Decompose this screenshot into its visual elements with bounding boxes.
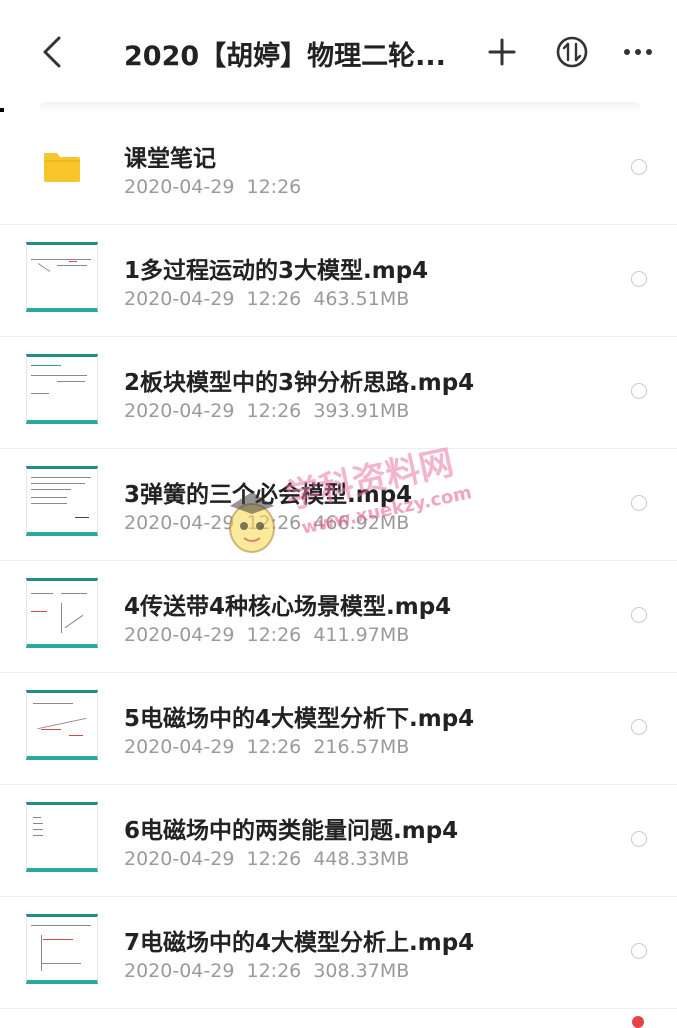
file-name: 4传送带4种核心场景模型.mp4 xyxy=(124,594,452,620)
file-meta: 2020-04-29 12:26 308.37MB xyxy=(124,960,410,982)
list-item[interactable]: 7电磁场中的4大模型分析上.mp4 2020-04-29 12:26 308.3… xyxy=(0,897,677,1009)
file-meta: 2020-04-29 12:26 448.33MB xyxy=(124,848,410,870)
select-radio[interactable] xyxy=(631,607,647,623)
list-item[interactable]: 4传送带4种核心场景模型.mp4 2020-04-29 12:26 411.97… xyxy=(0,561,677,673)
file-name: 6电磁场中的两类能量问题.mp4 xyxy=(124,818,459,844)
list-item[interactable]: 2板块模型中的3钟分析思路.mp4 2020-04-29 12:26 393.9… xyxy=(0,337,677,449)
folder-icon xyxy=(44,153,80,182)
video-thumbnail xyxy=(26,914,98,984)
select-radio[interactable] xyxy=(631,159,647,175)
sort-button[interactable] xyxy=(550,30,594,74)
list-item[interactable]: 6电磁场中的两类能量问题.mp4 2020-04-29 12:26 448.33… xyxy=(0,785,677,897)
list-item[interactable]: 课堂笔记 2020-04-29 12:26 xyxy=(0,113,677,225)
file-list: 课堂笔记 2020-04-29 12:26 1多过程运动的3大模型.mp4 20… xyxy=(0,113,677,1009)
back-arrow-icon xyxy=(43,36,61,68)
file-name: 3弹簧的三个必会模型.mp4 xyxy=(124,482,413,508)
file-name: 7电磁场中的4大模型分析上.mp4 xyxy=(124,930,475,956)
sort-icon xyxy=(556,36,588,68)
file-meta: 2020-04-29 12:26 466.92MB xyxy=(124,512,410,534)
select-radio[interactable] xyxy=(631,719,647,735)
notification-dot xyxy=(632,1016,644,1028)
header-divider xyxy=(40,102,640,112)
video-thumbnail xyxy=(26,578,98,648)
more-icon xyxy=(624,49,652,55)
video-thumbnail xyxy=(26,354,98,424)
select-radio[interactable] xyxy=(631,271,647,287)
file-name: 2板块模型中的3钟分析思路.mp4 xyxy=(124,370,475,396)
header-bar: 2020【胡婷】物理二轮... xyxy=(0,0,677,108)
list-item[interactable]: 5电磁场中的4大模型分析下.mp4 2020-04-29 12:26 216.5… xyxy=(0,673,677,785)
more-button[interactable] xyxy=(616,30,660,74)
video-thumbnail xyxy=(26,242,98,312)
select-radio[interactable] xyxy=(631,831,647,847)
file-name: 1多过程运动的3大模型.mp4 xyxy=(124,258,429,284)
list-item[interactable]: 1多过程运动的3大模型.mp4 2020-04-29 12:26 463.51M… xyxy=(0,225,677,337)
plus-icon xyxy=(488,38,516,66)
video-thumbnail xyxy=(26,466,98,536)
video-thumbnail xyxy=(26,802,98,872)
file-meta: 2020-04-29 12:26 411.97MB xyxy=(124,624,410,646)
file-meta: 2020-04-29 12:26 216.57MB xyxy=(124,736,410,758)
page-title: 2020【胡婷】物理二轮... xyxy=(124,41,446,72)
back-button[interactable] xyxy=(30,30,74,74)
file-name: 5电磁场中的4大模型分析下.mp4 xyxy=(124,706,475,732)
select-radio[interactable] xyxy=(631,495,647,511)
video-thumbnail xyxy=(26,690,98,760)
file-name: 课堂笔记 xyxy=(124,146,216,172)
file-meta: 2020-04-29 12:26 463.51MB xyxy=(124,288,410,310)
select-radio[interactable] xyxy=(631,943,647,959)
list-item[interactable]: 3弹簧的三个必会模型.mp4 2020-04-29 12:26 466.92MB xyxy=(0,449,677,561)
file-meta: 2020-04-29 12:26 xyxy=(124,176,302,198)
file-meta: 2020-04-29 12:26 393.91MB xyxy=(124,400,410,422)
select-radio[interactable] xyxy=(631,383,647,399)
add-button[interactable] xyxy=(480,30,524,74)
